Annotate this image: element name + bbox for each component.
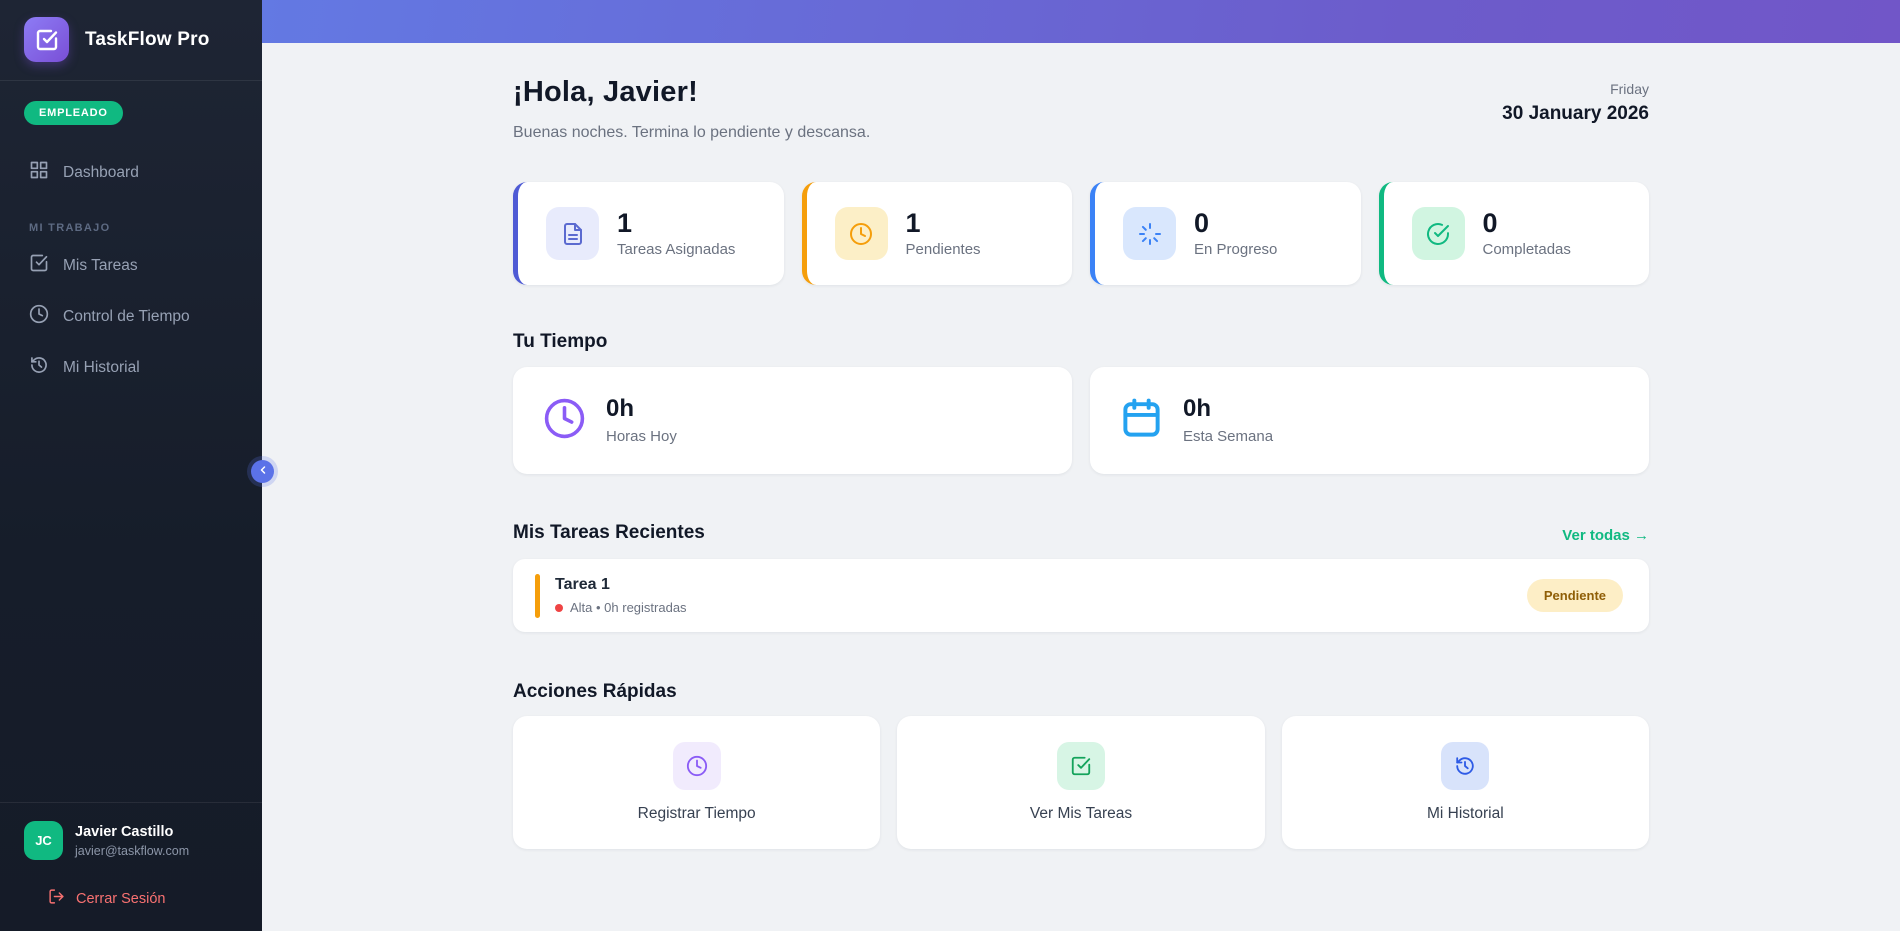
app-logo-check-square-icon bbox=[24, 17, 69, 62]
action-ver-mis-tareas[interactable]: Ver Mis Tareas bbox=[897, 716, 1265, 849]
user-row: JC Javier Castillo javier@taskflow.com bbox=[24, 821, 238, 860]
sidebar-section-label: MI TRABAJO bbox=[29, 222, 111, 234]
task-left: Tarea 1 Alta • 0h registradas bbox=[535, 573, 687, 618]
actions-section-title: Acciones Rápidas bbox=[513, 681, 677, 702]
task-texts: Tarea 1 Alta • 0h registradas bbox=[555, 576, 687, 615]
stat-card-tareas-asignadas: 1 Tareas Asignadas bbox=[513, 182, 784, 285]
sidebar-item-dashboard[interactable]: Dashboard bbox=[0, 147, 262, 198]
greeting-subtitle: Buenas noches. Termina lo pendiente y de… bbox=[513, 124, 871, 141]
tasks-header: Mis Tareas Recientes Ver todas → bbox=[513, 522, 1649, 544]
stat-label: Tareas Asignadas bbox=[617, 241, 736, 259]
header-row: ¡Hola, Javier! Buenas noches. Termina lo… bbox=[513, 76, 1649, 142]
sidebar-item-label: Mi Historial bbox=[63, 358, 140, 376]
task-row-tarea-1[interactable]: Tarea 1 Alta • 0h registradas Pendiente bbox=[513, 559, 1649, 632]
weekday-text: Friday bbox=[1610, 81, 1649, 97]
priority-dot-icon bbox=[555, 603, 563, 612]
action-label: Ver Mis Tareas bbox=[1029, 805, 1133, 822]
sidebar-item-label: Control de Tiempo bbox=[63, 307, 190, 325]
time-label: Esta Semana bbox=[1183, 427, 1274, 445]
app-root: TaskFlow Pro EMPLEADO Dashboard MI TRABA… bbox=[0, 0, 1900, 931]
stat-label: En Progreso bbox=[1194, 241, 1278, 259]
stat-value: 0 bbox=[1482, 207, 1498, 238]
time-texts: 0h Esta Semana bbox=[1183, 395, 1274, 445]
calendar-icon bbox=[1120, 397, 1163, 445]
sidebar-collapse-button[interactable] bbox=[251, 460, 274, 483]
stat-texts: 1 Pendientes bbox=[905, 207, 981, 259]
grid-icon bbox=[29, 160, 49, 185]
tasks-section-title: Mis Tareas Recientes bbox=[513, 522, 705, 543]
action-mi-historial[interactable]: Mi Historial bbox=[1281, 716, 1649, 849]
greeting-block: ¡Hola, Javier! Buenas noches. Termina lo… bbox=[513, 76, 870, 142]
sidebar-item-mi-historial[interactable]: Mi Historial bbox=[0, 342, 262, 393]
time-texts: 0h Horas Hoy bbox=[606, 395, 677, 445]
role-badge: EMPLEADO bbox=[24, 101, 123, 125]
time-row: 0h Horas Hoy 0h Esta Semana bbox=[513, 367, 1649, 474]
stat-value: 1 bbox=[617, 207, 633, 238]
user-section: JC Javier Castillo javier@taskflow.com C… bbox=[0, 802, 262, 931]
date-block: Friday 30 January 2026 bbox=[1502, 76, 1649, 125]
view-all-link[interactable]: Ver todas → bbox=[1562, 527, 1649, 544]
action-label: Mi Historial bbox=[1427, 805, 1504, 822]
history-icon bbox=[1441, 742, 1490, 790]
sidebar-item-label: Mis Tareas bbox=[63, 256, 138, 274]
actions-row: Registrar Tiempo Ver Mis Tareas Mi Histo… bbox=[513, 716, 1649, 849]
user-email: javier@taskflow.com bbox=[75, 843, 190, 858]
stat-texts: 0 En Progreso bbox=[1194, 207, 1278, 259]
task-meta-text: Alta • 0h registradas bbox=[570, 600, 687, 615]
stat-label: Pendientes bbox=[905, 241, 981, 259]
task-meta: Alta • 0h registradas bbox=[555, 600, 687, 615]
sidebar-item-label: Dashboard bbox=[63, 163, 139, 181]
brand: TaskFlow Pro bbox=[0, 0, 262, 80]
logout-icon bbox=[48, 888, 65, 909]
time-value: 0h bbox=[1183, 395, 1212, 423]
sidebar-item-mis-tareas[interactable]: Mis Tareas bbox=[0, 240, 262, 291]
check-circle-icon bbox=[1411, 207, 1465, 260]
stat-texts: 0 Completadas bbox=[1482, 207, 1571, 259]
sidebar-nav: Dashboard MI TRABAJO Mis Tareas Control … bbox=[0, 147, 262, 393]
topbar-gradient bbox=[262, 0, 1900, 43]
clock-icon bbox=[29, 304, 49, 329]
status-badge: Pendiente bbox=[1526, 579, 1623, 612]
user-meta: Javier Castillo javier@taskflow.com bbox=[75, 823, 189, 858]
stat-value: 1 bbox=[905, 207, 921, 238]
stats-row: 1 Tareas Asignadas 1 Pendientes 0 En Pro… bbox=[513, 182, 1649, 285]
file-icon bbox=[546, 207, 599, 260]
stat-card-pendientes: 1 Pendientes bbox=[801, 182, 1072, 285]
time-card-esta-semana: 0h Esta Semana bbox=[1090, 367, 1649, 474]
check-square-icon bbox=[1056, 742, 1105, 790]
stat-label: Completadas bbox=[1482, 241, 1571, 259]
time-value: 0h bbox=[606, 395, 635, 423]
main-area: ¡Hola, Javier! Buenas noches. Termina lo… bbox=[262, 0, 1900, 931]
sidebar: TaskFlow Pro EMPLEADO Dashboard MI TRABA… bbox=[0, 0, 274, 931]
action-registrar-tiempo[interactable]: Registrar Tiempo bbox=[513, 716, 881, 849]
time-card-horas-hoy: 0h Horas Hoy bbox=[513, 367, 1072, 474]
app-title: TaskFlow Pro bbox=[85, 28, 210, 50]
logout-label: Cerrar Sesión bbox=[76, 890, 166, 907]
action-label: Registrar Tiempo bbox=[637, 805, 756, 822]
stat-card-completadas: 0 Completadas bbox=[1378, 182, 1649, 285]
date-text: 30 January 2026 bbox=[1502, 103, 1649, 124]
logout-button[interactable]: Cerrar Sesión bbox=[24, 860, 238, 931]
user-name: Javier Castillo bbox=[75, 824, 174, 841]
sidebar-item-control-de-tiempo[interactable]: Control de Tiempo bbox=[0, 291, 262, 342]
time-section-title: Tu Tiempo bbox=[513, 331, 608, 352]
page-title: ¡Hola, Javier! bbox=[513, 76, 698, 108]
check-square-icon bbox=[29, 253, 49, 278]
clock-icon bbox=[672, 742, 721, 790]
avatar: JC bbox=[24, 821, 63, 860]
clock-icon bbox=[543, 397, 586, 445]
chevron-left-icon bbox=[257, 464, 269, 479]
stat-texts: 1 Tareas Asignadas bbox=[617, 207, 736, 259]
role-badge-wrap: EMPLEADO bbox=[0, 81, 262, 131]
clock-icon bbox=[834, 207, 888, 260]
stat-value: 0 bbox=[1194, 207, 1210, 238]
priority-bar bbox=[535, 573, 540, 618]
history-icon bbox=[29, 355, 49, 380]
time-label: Horas Hoy bbox=[606, 427, 677, 445]
dashboard-content: ¡Hola, Javier! Buenas noches. Termina lo… bbox=[513, 43, 1649, 849]
task-title: Tarea 1 bbox=[555, 576, 610, 593]
spinner-icon bbox=[1123, 207, 1176, 260]
stat-card-en-progreso: 0 En Progreso bbox=[1090, 182, 1361, 285]
